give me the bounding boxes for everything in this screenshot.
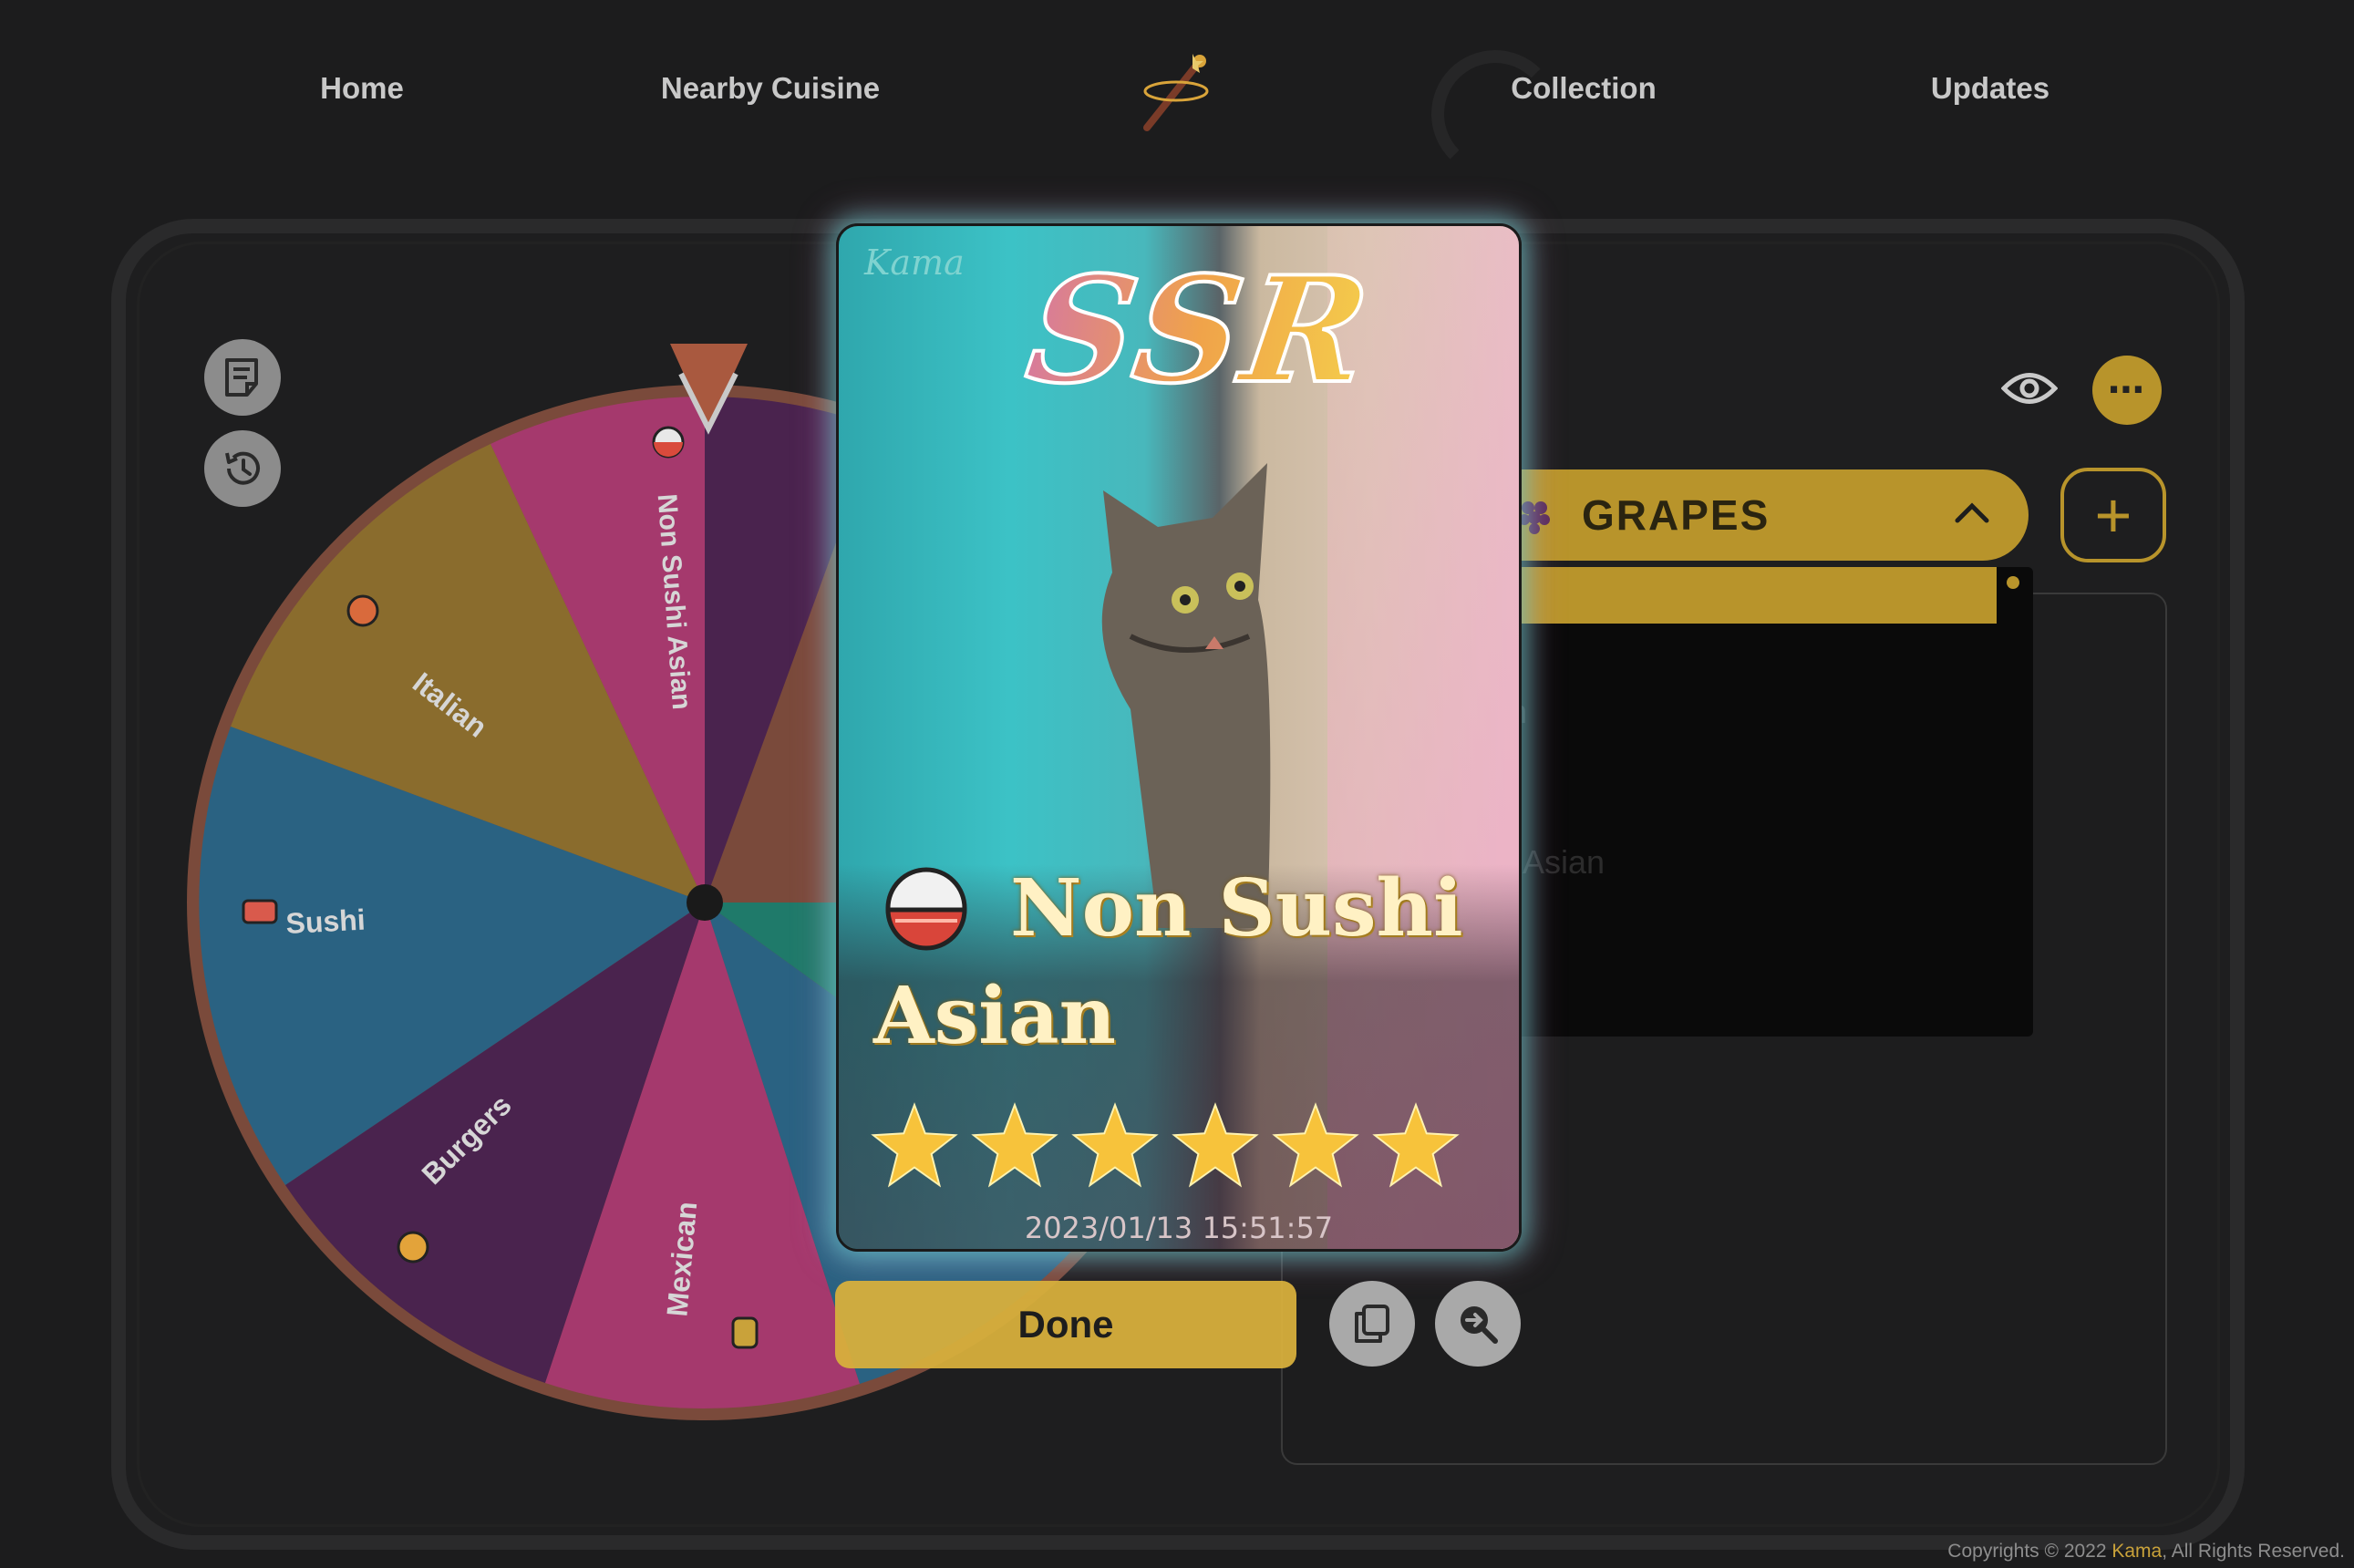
star-icon <box>1172 1102 1259 1188</box>
star-icon <box>1272 1102 1359 1188</box>
zoom-icon <box>1461 1306 1498 1344</box>
nav-collection[interactable]: Collection <box>1401 71 1766 106</box>
add-item-button[interactable]: + <box>2060 468 2166 562</box>
wheel-label-sushi: Sushi <box>285 903 367 941</box>
dropdown-highlight <box>1495 567 1997 624</box>
footer-copyright: Copyrights © 2022 Kama, All Rights Reser… <box>1947 1541 2345 1563</box>
chevron-up-icon <box>1955 502 1989 523</box>
nav-nearby-cuisine[interactable]: Nearby Cuisine <box>588 71 953 106</box>
taco-icon <box>731 1316 759 1349</box>
star-icon <box>871 1102 958 1188</box>
footer-brand-link[interactable]: Kama <box>2111 1541 2162 1562</box>
dropdown-menu[interactable] <box>1495 567 2033 1037</box>
rarity-label: SSR <box>1017 242 1384 418</box>
footer-prefix: Copyrights © 2022 <box>1947 1541 2112 1562</box>
logo-icon[interactable] <box>1138 50 1220 137</box>
italian-food-icon <box>346 594 379 627</box>
copy-button[interactable] <box>1329 1281 1415 1367</box>
card-timestamp: 2023/01/13 15:51:57 <box>1024 1211 1334 1245</box>
burger-icon <box>397 1231 429 1264</box>
eye-icon <box>2001 373 2058 404</box>
star-icon <box>1372 1102 1460 1188</box>
result-card: Kama SSR Non Sushi Asian 2023/01/13 15:5… <box>836 223 1522 1252</box>
card-title: Non Sushi Asian <box>873 862 1463 1062</box>
done-button[interactable]: Done <box>835 1281 1296 1368</box>
visibility-button[interactable] <box>1997 356 2062 421</box>
wheel-center <box>687 884 723 921</box>
group-selector[interactable]: GRAPES <box>1495 469 2029 561</box>
group-label: GRAPES <box>1582 491 1771 539</box>
rating-stars <box>870 1101 1461 1191</box>
copy-icon <box>1355 1305 1389 1343</box>
star-icon <box>971 1102 1058 1188</box>
sushi-icon <box>242 899 278 924</box>
more-options-button[interactable]: ⋯ <box>2092 356 2162 425</box>
nav-home[interactable]: Home <box>180 71 544 106</box>
cat-photo <box>1101 463 1271 928</box>
scroll-indicator <box>2007 576 2019 589</box>
star-icon <box>1071 1102 1159 1188</box>
rice-bowl-icon <box>652 426 685 459</box>
faint-list-item: Asian <box>1523 843 1605 881</box>
top-nav: Home Nearby Cuisine Collection Updates <box>0 0 2354 182</box>
card-watermark: Kama <box>864 242 965 283</box>
zoom-button[interactable] <box>1435 1281 1521 1367</box>
nav-updates[interactable]: Updates <box>1808 71 2173 106</box>
footer-suffix: , All Rights Reserved. <box>2162 1541 2345 1562</box>
background-decoration <box>1431 50 1559 178</box>
